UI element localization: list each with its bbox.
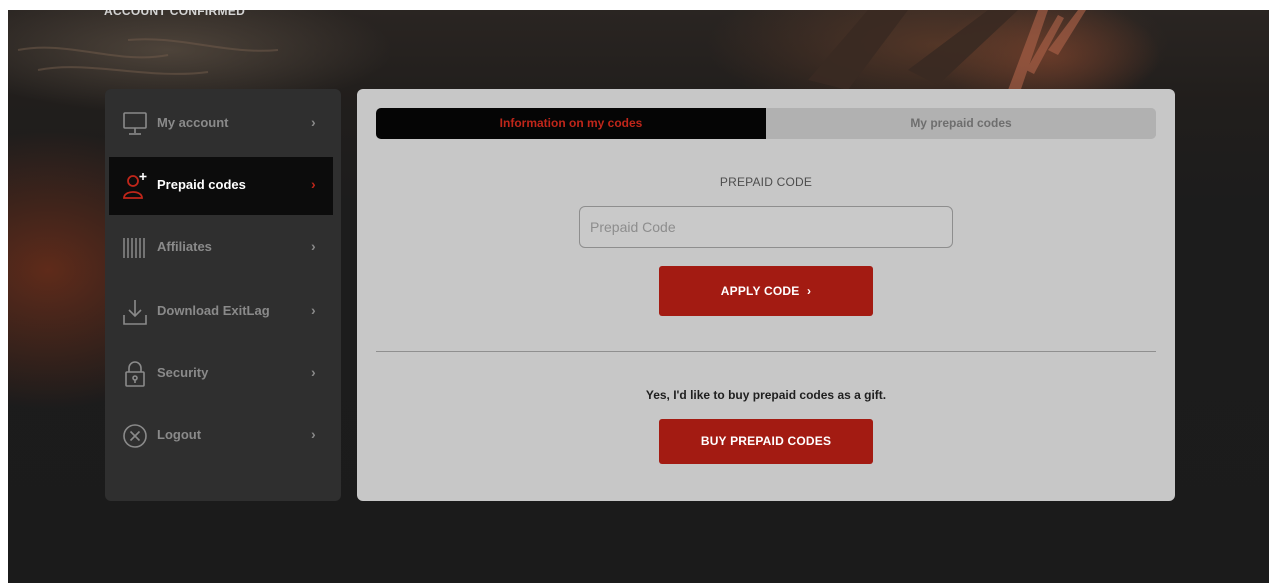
sidebar-item-affiliates[interactable]: Affiliates ›	[109, 219, 333, 277]
sidebar-item-label: Prepaid codes	[157, 177, 246, 192]
account-sidebar: My account › Prepaid codes › Affiliates …	[105, 89, 341, 501]
chevron-right-icon: ›	[311, 302, 316, 318]
prepaid-code-label: PREPAID CODE	[719, 175, 813, 189]
chevron-right-icon: ›	[311, 426, 316, 442]
chevron-right-icon: ›	[311, 364, 316, 380]
panel-tabs: Information on my codes My prepaid codes	[376, 108, 1156, 139]
chevron-right-icon: ›	[311, 238, 316, 254]
chevron-right-icon: ›	[807, 284, 812, 298]
tab-my-prepaid-codes[interactable]: My prepaid codes	[766, 108, 1156, 139]
sidebar-item-security[interactable]: Security ›	[109, 345, 333, 403]
gift-text: Yes, I'd like to buy prepaid codes as a …	[645, 388, 887, 402]
sidebar-item-label: Security	[157, 365, 209, 380]
sidebar-item-label: My account	[157, 115, 229, 130]
prepaid-codes-panel: Information on my codes My prepaid codes…	[357, 89, 1175, 501]
chevron-right-icon: ›	[311, 176, 316, 192]
page-frame: ACCOUNT CONFIRMED My account › Prepaid c…	[8, 10, 1269, 583]
sidebar-item-download-exitlag[interactable]: Download ExitLag ›	[109, 283, 333, 341]
sidebar-item-prepaid-codes[interactable]: Prepaid codes ›	[109, 157, 333, 215]
apply-code-button-label: APPLY CODE	[720, 284, 800, 298]
barcode-icon	[121, 233, 149, 263]
monitor-icon	[121, 109, 149, 139]
download-icon	[121, 297, 149, 327]
account-confirmed-text: ACCOUNT CONFIRMED	[104, 10, 246, 18]
lock-icon	[121, 359, 149, 389]
sidebar-item-my-account[interactable]: My account ›	[109, 95, 333, 153]
apply-code-button[interactable]: APPLY CODE ›	[659, 266, 873, 316]
sidebar-item-label: Affiliates	[157, 239, 212, 254]
prepaid-code-input[interactable]	[579, 206, 953, 248]
section-divider	[376, 351, 1156, 352]
sidebar-item-label: Logout	[157, 427, 202, 442]
user-plus-icon	[121, 171, 149, 201]
chevron-right-icon: ›	[311, 114, 316, 130]
sidebar-item-logout[interactable]: Logout ›	[109, 407, 333, 465]
close-circle-icon	[121, 421, 149, 451]
buy-prepaid-codes-button[interactable]: BUY PREPAID CODES	[659, 419, 873, 464]
sidebar-item-label: Download ExitLag	[157, 303, 270, 318]
tab-information-on-my-codes[interactable]: Information on my codes	[376, 108, 766, 139]
